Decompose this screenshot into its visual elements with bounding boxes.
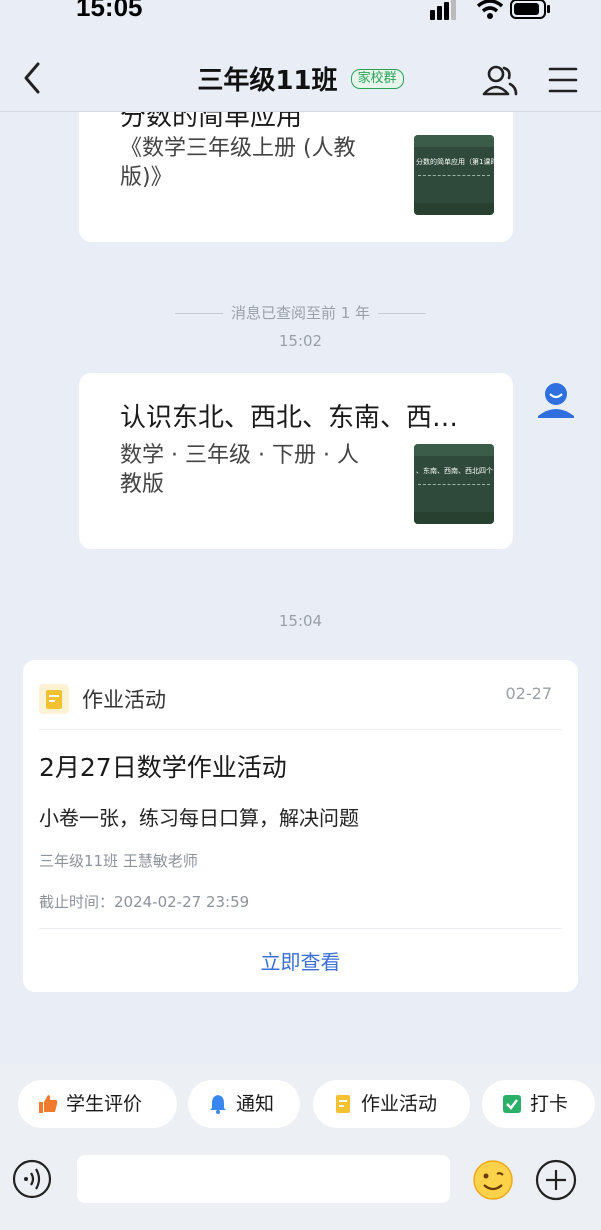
- resource-title: 认识东北、西北、东南、西…: [120, 403, 459, 433]
- bell-icon: [210, 1095, 226, 1114]
- message-timestamp: 15:02: [278, 332, 323, 350]
- quick-action-student-evaluation[interactable]: 学生评价: [18, 1080, 177, 1128]
- homework-class-teacher: 三年级11班 王慧敏老师: [39, 852, 198, 870]
- resource-card[interactable]: 认识东北、西北、东南、西… 数学 · 三年级 · 下册 · 人教版 、东南、西南…: [79, 373, 513, 549]
- quick-action-checkin[interactable]: 打卡: [482, 1080, 595, 1128]
- status-bar: 15:05: [0, 0, 601, 24]
- status-time: 15:05: [76, 0, 143, 22]
- divider: [39, 729, 562, 730]
- menu-icon[interactable]: [548, 66, 578, 94]
- input-bar: [0, 1144, 601, 1230]
- homework-type-label: 作业活动: [82, 688, 166, 712]
- homework-card[interactable]: 作业活动 02-27 2月27日数学作业活动 小卷一张，练习每日口算，解决问题 …: [23, 660, 578, 992]
- voice-icon[interactable]: [12, 1159, 52, 1199]
- thumbs-up-icon: [39, 1095, 58, 1113]
- battery-icon: [510, 0, 550, 19]
- members-icon[interactable]: [482, 62, 518, 98]
- history-divider-text: 消息已查阅至前 1 年: [230, 304, 371, 322]
- resource-title: 分数的简单应用: [120, 112, 303, 132]
- chat-area[interactable]: 分数的简单应用 《数学三年级上册 (人教版)》 分数的简单应用（第1课时） 消息…: [0, 112, 601, 1062]
- homework-icon: [39, 684, 69, 714]
- wifi-icon: [476, 0, 504, 19]
- add-icon[interactable]: [535, 1159, 577, 1201]
- thumbnail-title: 分数的简单应用（第1课时）: [416, 158, 494, 166]
- homework-deadline: 截止时间：2024-02-27 23:59: [39, 893, 250, 911]
- signal-icon: [430, 0, 456, 20]
- emoji-icon[interactable]: [472, 1159, 514, 1201]
- homework-icon: [336, 1095, 350, 1113]
- thumbnail-title: 、东南、西南、西北四个: [416, 467, 493, 475]
- resource-thumbnail: 、东南、西南、西北四个: [414, 444, 494, 524]
- resource-thumbnail: 分数的简单应用（第1课时）: [414, 135, 494, 215]
- avatar[interactable]: [528, 374, 584, 430]
- resource-card[interactable]: 分数的简单应用 《数学三年级上册 (人教版)》 分数的简单应用（第1课时）: [79, 112, 513, 242]
- message-input[interactable]: [77, 1155, 450, 1203]
- view-now-button[interactable]: 立即查看: [23, 946, 578, 975]
- quick-actions-bar: 学生评价 通知 作业活动 打卡: [0, 1064, 601, 1144]
- divider: [39, 928, 562, 929]
- message-timestamp: 15:04: [278, 612, 323, 630]
- quick-action-notice[interactable]: 通知: [188, 1080, 300, 1128]
- homework-description: 小卷一张，练习每日口算，解决问题: [39, 806, 359, 830]
- page-title: 三年级11班: [197, 66, 338, 96]
- homework-title: 2月27日数学作业活动: [39, 753, 287, 782]
- group-type-badge: 家校群: [350, 68, 404, 89]
- nav-bar: 三年级11班 家校群: [0, 24, 601, 112]
- homework-date: 02-27: [505, 684, 553, 703]
- quick-action-homework[interactable]: 作业活动: [313, 1080, 470, 1128]
- resource-subtitle: 《数学三年级上册 (人教版)》: [120, 136, 356, 190]
- user-avatar-icon: [538, 383, 574, 418]
- resource-subtitle: 数学 · 三年级 · 下册 · 人教版: [120, 443, 359, 497]
- checkin-icon: [503, 1095, 521, 1113]
- history-divider: 消息已查阅至前 1 年: [0, 302, 601, 323]
- status-icons: [430, 0, 550, 20]
